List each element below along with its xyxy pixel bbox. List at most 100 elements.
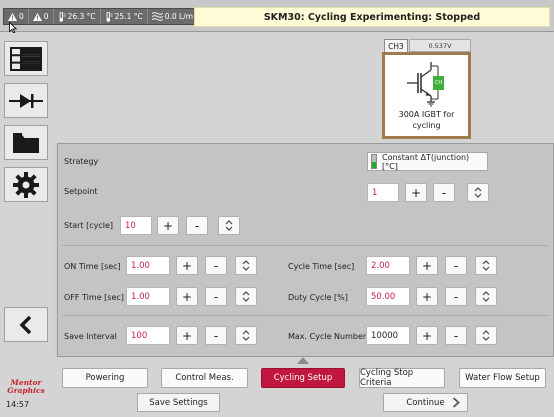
warning-icon xyxy=(8,12,17,21)
save-interval-label: Save Interval xyxy=(64,332,117,341)
back-button[interactable] xyxy=(4,307,48,342)
channel-area xyxy=(55,33,554,143)
start-cycle-decrease-button[interactable]: - xyxy=(186,216,208,235)
device-label: 300A IGBT for cycling xyxy=(398,110,455,130)
alarm-count-1: 0 xyxy=(19,12,24,21)
start-cycle-stepper-button[interactable] xyxy=(218,216,240,235)
strategy-label: Strategy xyxy=(64,157,99,166)
strategy-dropdown[interactable]: Constant ΔT(junction) [°C] xyxy=(367,152,488,171)
on-time-input[interactable]: 1.00 xyxy=(126,256,170,275)
strategy-indicator xyxy=(371,154,377,169)
alarm-count-2: 0 xyxy=(43,12,49,21)
channel-voltage: 0.537V xyxy=(409,39,471,52)
cycle-time-decrease-button[interactable]: - xyxy=(445,256,467,275)
duty-cycle-input[interactable]: 50.00 xyxy=(366,287,410,306)
duty-cycle-stepper-button[interactable] xyxy=(475,287,497,306)
alarm-status-2[interactable]: 0 xyxy=(29,9,54,24)
active-tab-pointer xyxy=(297,357,309,364)
off-time-increase-button[interactable]: + xyxy=(176,287,198,306)
separator xyxy=(62,245,549,246)
up-down-chevron-icon xyxy=(482,291,490,302)
temperature-status-1: 26.3 °C xyxy=(54,9,101,24)
sidebar-files-button[interactable] xyxy=(4,125,48,160)
strategy-value: Constant ΔT(junction) [°C] xyxy=(381,152,470,171)
off-time-stepper-button[interactable] xyxy=(235,287,257,306)
temperature-2: 25.1 °C xyxy=(114,12,143,21)
gear-icon xyxy=(13,171,39,198)
on-time-decrease-button[interactable]: - xyxy=(205,256,227,275)
back-chevron-icon xyxy=(19,315,32,334)
off-time-decrease-button[interactable]: - xyxy=(205,287,227,306)
igbt-transistor-icon xyxy=(407,62,439,107)
duty-cycle-decrease-button[interactable]: - xyxy=(445,287,467,306)
setpoint-increase-button[interactable]: + xyxy=(405,183,427,202)
tab-water-flow-setup[interactable]: Water Flow Setup xyxy=(459,368,546,388)
thermometer-icon xyxy=(106,11,113,22)
sidebar-settings-button[interactable] xyxy=(4,167,48,202)
sidebar: Mentor Graphics 14:57 xyxy=(0,33,55,417)
flow-value: 0.0 L/m xyxy=(164,12,194,21)
max-cycle-number-increase-button[interactable]: + xyxy=(416,326,438,345)
on-time-increase-button[interactable]: + xyxy=(176,256,198,275)
save-settings-button[interactable]: Save Settings xyxy=(137,393,220,412)
sidebar-overview-button[interactable] xyxy=(4,41,48,76)
thermometer-icon xyxy=(59,11,66,22)
on-time-label: ON Time [sec] xyxy=(64,262,121,271)
max-cycle-number-input[interactable]: 10000 xyxy=(366,326,410,345)
continue-label: Continue xyxy=(406,397,445,408)
channel-device-card[interactable]: CH 300A IGBT for cycling xyxy=(382,52,471,139)
up-down-chevron-icon xyxy=(242,330,250,341)
cycle-time-stepper-button[interactable] xyxy=(475,256,497,275)
setpoint-input[interactable]: 1 xyxy=(367,183,399,202)
up-down-chevron-icon xyxy=(482,330,490,341)
clock: 14:57 xyxy=(6,400,30,409)
temperature-status-2: 25.1 °C xyxy=(101,9,148,24)
cycle-time-input[interactable]: 2.00 xyxy=(366,256,410,275)
cycling-setup-panel xyxy=(57,143,554,357)
temperature-1: 26.3 °C xyxy=(67,12,96,21)
max-cycle-number-label: Max. Cycle Number xyxy=(288,332,367,341)
status-indicators: 0 0 26.3 °C 25.1 °C 0.0 L/m xyxy=(3,8,199,25)
window-title: SKM30: Cycling Experimenting: Stopped xyxy=(194,7,550,27)
flow-status: 0.0 L/m xyxy=(148,9,197,24)
save-interval-decrease-button[interactable]: - xyxy=(205,326,227,345)
sidebar-device-button[interactable] xyxy=(4,83,48,118)
mentor-graphics-logo: Mentor Graphics xyxy=(4,379,48,395)
tab-cycling-stop-criteria[interactable]: Cycling Stop Criteria xyxy=(359,368,445,388)
tab-cycling-setup[interactable]: Cycling Setup xyxy=(261,368,345,388)
start-cycle-increase-button[interactable]: + xyxy=(157,216,179,235)
channel-badge: CH xyxy=(433,76,444,90)
cycle-time-increase-button[interactable]: + xyxy=(416,256,438,275)
tab-control-meas[interactable]: Control Meas. xyxy=(161,368,248,388)
save-interval-input[interactable]: 100 xyxy=(126,326,170,345)
setpoint-decrease-button[interactable]: - xyxy=(433,183,455,202)
up-down-chevron-icon xyxy=(242,291,250,302)
chevron-right-icon xyxy=(452,397,460,408)
setpoint-stepper-button[interactable] xyxy=(467,183,489,202)
grid-icon xyxy=(10,46,42,71)
duty-cycle-increase-button[interactable]: + xyxy=(416,287,438,306)
start-cycle-label: Start [cycle] xyxy=(64,221,114,230)
up-down-chevron-icon xyxy=(482,260,490,271)
separator xyxy=(62,315,549,316)
setpoint-label: Setpoint xyxy=(64,187,98,196)
folder-icon xyxy=(13,132,39,153)
save-interval-increase-button[interactable]: + xyxy=(176,326,198,345)
save-interval-stepper-button[interactable] xyxy=(235,326,257,345)
up-down-chevron-icon xyxy=(242,260,250,271)
cycle-time-label: Cycle Time [sec] xyxy=(288,262,355,271)
start-cycle-input[interactable]: 10 xyxy=(120,216,152,235)
warning-icon xyxy=(32,12,42,21)
up-down-chevron-icon xyxy=(474,187,482,198)
duty-cycle-label: Duty Cycle [%] xyxy=(288,293,348,302)
max-cycle-number-decrease-button[interactable]: - xyxy=(445,326,467,345)
up-down-chevron-icon xyxy=(225,220,233,231)
channel-tab[interactable]: CH3 xyxy=(384,39,408,52)
off-time-input[interactable]: 1.00 xyxy=(126,287,170,306)
max-cycle-number-stepper-button[interactable] xyxy=(475,326,497,345)
water-flow-icon xyxy=(151,12,163,21)
continue-button[interactable]: Continue xyxy=(383,393,468,412)
tab-powering[interactable]: Powering xyxy=(62,368,148,388)
on-time-stepper-button[interactable] xyxy=(235,256,257,275)
logo-line-2: Graphics xyxy=(7,386,45,395)
